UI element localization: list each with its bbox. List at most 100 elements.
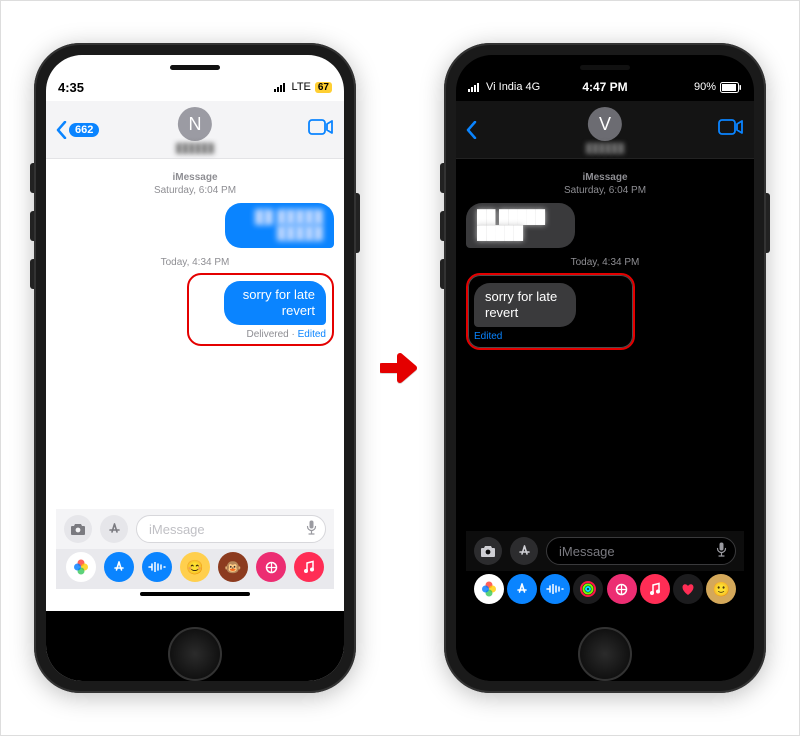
mic-icon[interactable] <box>716 542 727 561</box>
highlight-box: sorry for late revert Delivered · Edited <box>187 273 334 347</box>
appstore-button[interactable] <box>510 537 538 565</box>
dock-memoji[interactable]: 😊 <box>180 552 210 582</box>
timestamp: iMessage Saturday, 6:04 PM <box>466 171 744 197</box>
dock-photos[interactable] <box>66 552 96 582</box>
audio-icon <box>148 562 166 572</box>
status-time: 4:47 PM <box>582 80 627 94</box>
conversation[interactable]: iMessage Saturday, 6:04 PM ██ █████ ████… <box>456 159 754 611</box>
status-carrier: Vi India 4G <box>486 81 540 93</box>
status-network: LTE <box>292 81 311 93</box>
appstore-button[interactable] <box>100 515 128 543</box>
signal-icon <box>274 82 288 92</box>
dock-music[interactable] <box>294 552 324 582</box>
battery-icon <box>720 82 742 93</box>
music-icon <box>649 582 661 596</box>
dock-audio[interactable] <box>540 574 570 604</box>
signal-icon <box>468 82 482 92</box>
screen-light: 4:35 LTE 67 662 N ██████ <box>46 55 344 681</box>
message-row-out: ██ █████ █████ <box>194 201 334 250</box>
arrow-icon <box>380 350 420 386</box>
contact-avatar[interactable]: N ██████ <box>176 107 214 153</box>
home-indicator[interactable] <box>56 589 334 611</box>
camera-icon <box>480 545 496 558</box>
dock-heart[interactable] <box>673 574 703 604</box>
dock-photos[interactable] <box>474 574 504 604</box>
dock-music[interactable] <box>640 574 670 604</box>
message-row-in-highlighted: sorry for late revert Edited <box>466 273 635 351</box>
message-bubble-out[interactable]: sorry for late revert <box>224 281 326 326</box>
app-dock: 😊 🐵 <box>56 549 334 589</box>
heart-icon <box>681 583 695 596</box>
status-right: LTE 67 <box>274 81 332 93</box>
nav-bar: 662 N ██████ <box>46 101 344 159</box>
camera-icon <box>70 523 86 536</box>
input-placeholder: iMessage <box>559 544 615 559</box>
photos-icon <box>72 558 90 576</box>
photos-icon <box>480 580 498 598</box>
avatar-initial: V <box>588 107 622 141</box>
message-bubble-in[interactable]: ██ █████ █████ <box>466 203 575 248</box>
earpiece <box>170 65 220 70</box>
appstore-icon <box>107 522 122 537</box>
facetime-button[interactable] <box>308 118 334 141</box>
grid-icon <box>614 582 629 597</box>
mic-icon[interactable] <box>306 520 317 539</box>
appstore-icon <box>515 582 529 596</box>
message-input[interactable]: iMessage <box>546 537 736 565</box>
highlight-box: sorry for late revert Edited <box>466 273 635 351</box>
dock-appstore[interactable] <box>104 552 134 582</box>
dock-activity[interactable] <box>573 574 603 604</box>
appstore-icon <box>112 560 126 574</box>
timestamp: iMessage Saturday, 6:04 PM <box>56 171 334 197</box>
compose-bar: iMessage <box>56 509 334 549</box>
status-right: 90% <box>694 81 742 93</box>
camera-button[interactable] <box>474 537 502 565</box>
compose-bar: iMessage <box>466 531 744 571</box>
dock-memoji[interactable]: 🙂 <box>706 574 736 604</box>
facetime-button[interactable] <box>718 118 744 141</box>
status-bar: Vi India 4G 4:47 PM 90% <box>456 55 754 101</box>
compose-area: iMessage 😊 🐵 <box>56 509 334 611</box>
home-button[interactable] <box>578 627 632 681</box>
music-icon <box>303 560 315 574</box>
message-row-out-highlighted: sorry for late revert Delivered · Edited <box>187 273 334 347</box>
message-bubble-out[interactable]: ██ █████ █████ <box>225 203 334 248</box>
battery-badge: 67 <box>315 82 332 93</box>
dock-appstore[interactable] <box>507 574 537 604</box>
back-button[interactable] <box>466 121 477 139</box>
avatar-initial: N <box>178 107 212 141</box>
message-meta: Delivered · Edited <box>195 329 326 340</box>
home-button[interactable] <box>168 627 222 681</box>
nav-bar: V ██████ <box>456 101 754 159</box>
chevron-left-icon <box>466 121 477 139</box>
message-input[interactable]: iMessage <box>136 515 326 543</box>
avatar-name: ██████ <box>176 143 214 153</box>
phone-left: 4:35 LTE 67 662 N ██████ <box>34 43 356 693</box>
dock-images[interactable] <box>256 552 286 582</box>
earpiece <box>580 65 630 70</box>
message-meta: Edited <box>474 331 605 342</box>
timestamp: Today, 4:34 PM <box>56 256 334 269</box>
phone-right: Vi India 4G 4:47 PM 90% V ██████ <box>444 43 766 693</box>
camera-button[interactable] <box>64 515 92 543</box>
back-count: 662 <box>69 123 99 137</box>
status-battery-pct: 90% <box>694 81 716 93</box>
dock-audio[interactable] <box>142 552 172 582</box>
edited-label[interactable]: Edited <box>474 331 502 342</box>
grid-icon <box>264 560 279 575</box>
message-row-in: ██ █████ █████ <box>466 201 606 250</box>
input-placeholder: iMessage <box>149 522 205 537</box>
status-time: 4:35 <box>58 80 84 95</box>
dock-sticker[interactable]: 🐵 <box>218 552 248 582</box>
screen-dark: Vi India 4G 4:47 PM 90% V ██████ <box>456 55 754 681</box>
compose-area: iMessage 🙂 <box>466 531 744 611</box>
message-bubble-in[interactable]: sorry for late revert <box>474 283 576 328</box>
conversation[interactable]: iMessage Saturday, 6:04 PM ██ █████ ████… <box>46 159 344 611</box>
contact-avatar[interactable]: V ██████ <box>586 107 624 153</box>
activity-icon <box>579 580 597 598</box>
dock-images[interactable] <box>607 574 637 604</box>
edited-label[interactable]: Edited <box>298 329 326 340</box>
status-bar: 4:35 LTE 67 <box>46 55 344 101</box>
appstore-icon <box>517 544 532 559</box>
back-button[interactable]: 662 <box>56 121 99 139</box>
